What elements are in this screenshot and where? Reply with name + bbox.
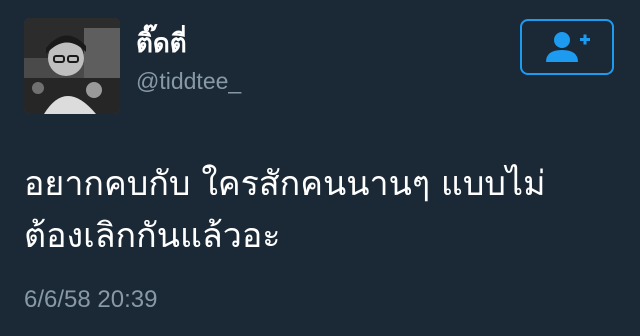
- follow-button[interactable]: [520, 19, 614, 75]
- tweet-text-line: ต้องเลิกกันแล้วอะ: [24, 216, 281, 256]
- avatar[interactable]: [24, 18, 120, 114]
- display-name[interactable]: ติ๊ดตี่: [136, 30, 187, 59]
- tweet-text: อยากคบกับ ใครสักคนนานๆ แบบไม่ ต้องเลิกกั…: [24, 158, 624, 262]
- timestamp[interactable]: 6/6/58 20:39: [24, 286, 157, 314]
- profile-photo: [24, 18, 120, 114]
- add-user-icon: [546, 32, 590, 62]
- tweet-card: ติ๊ดตี่ @tiddtee_ อยากคบกับ ใครสักคนนานๆ…: [0, 0, 640, 336]
- tweet-text-line: อยากคบกับ ใครสักคนนานๆ แบบไม่: [24, 164, 546, 204]
- user-handle[interactable]: @tiddtee_: [136, 68, 241, 95]
